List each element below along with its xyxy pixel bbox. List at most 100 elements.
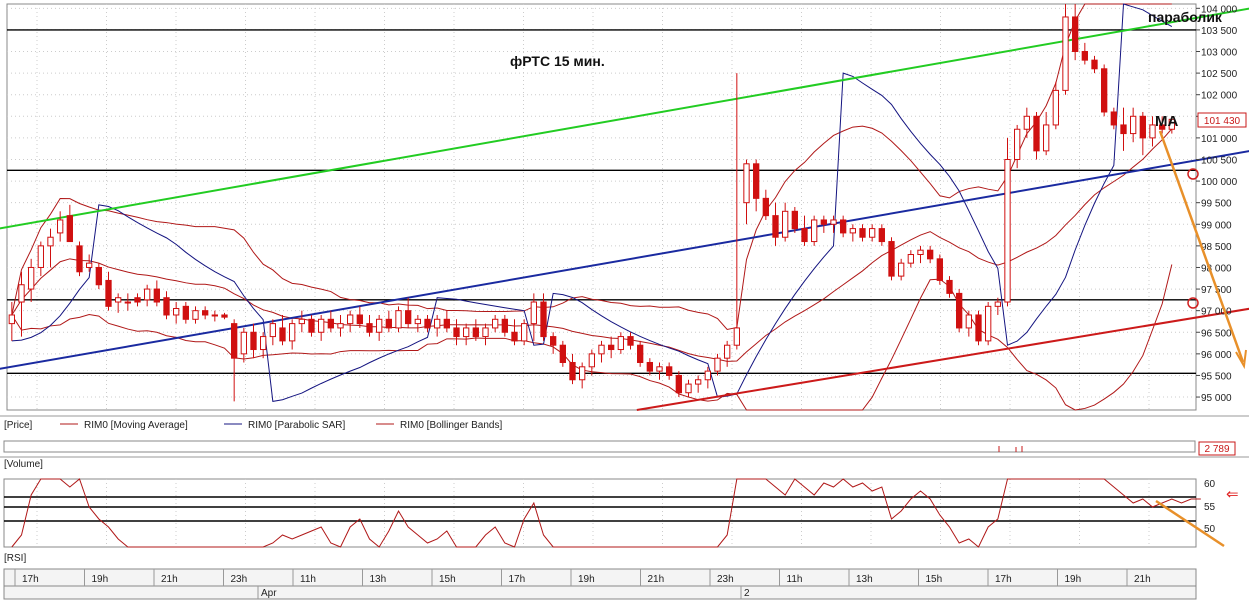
candle-body [801, 228, 808, 243]
candle-body [76, 245, 83, 273]
hour-tick-label: 11h [787, 574, 803, 585]
candle-body [1062, 16, 1069, 91]
time-axis-frame [3, 568, 1197, 587]
price-plot-area[interactable] [0, 3, 1249, 411]
candle-body [898, 262, 905, 277]
date-axis-frame [3, 585, 1197, 600]
candle-body [47, 236, 54, 247]
candle [675, 371, 682, 398]
candle-body [1081, 51, 1088, 61]
candle-body [840, 219, 847, 234]
candle-body [704, 370, 711, 381]
candle [985, 302, 992, 346]
y-tick-label: 98 000 [1201, 263, 1232, 274]
price-axis: 104 000103 500103 000102 500102 000101 5… [1196, 4, 1238, 404]
candle-body [405, 310, 412, 325]
candle-body [878, 228, 885, 243]
candle-body [182, 305, 189, 320]
candle-body [144, 288, 151, 301]
candle-body [453, 327, 460, 338]
volume-panel[interactable]: 2 789 [Volume] [0, 440, 1249, 470]
candle-body [675, 374, 682, 394]
candle [521, 319, 528, 346]
candle-body [424, 318, 431, 329]
y-tick-label: 103 500 [1201, 26, 1238, 37]
rsi-tick-60: 60 [1204, 479, 1216, 490]
candle [936, 254, 943, 285]
candle-body [260, 336, 267, 351]
candle-body [327, 318, 334, 329]
candle [956, 289, 963, 333]
y-tick-label: 99 000 [1201, 220, 1232, 231]
candle-body [221, 314, 228, 318]
y-tick-label: 102 000 [1201, 91, 1238, 102]
candle-body [279, 327, 286, 342]
y-tick-label: 99 500 [1201, 199, 1232, 210]
candle [791, 207, 798, 233]
candle-body [463, 327, 470, 338]
candle-body [917, 249, 924, 256]
candle-body [289, 323, 296, 342]
candle-body [753, 163, 760, 199]
candle [1004, 137, 1011, 307]
candle-body [1043, 124, 1050, 152]
candle-body [472, 327, 479, 338]
hour-tick-label: 19h [578, 574, 595, 585]
candle-body [134, 297, 141, 303]
time-axis: 17h 19h 21h 23h 11h 13h 15h 17h 19h 21h 23h 11h 13h 1… [3, 568, 1197, 600]
rsi-axis: 60 55 50 ⇐ [1204, 479, 1239, 535]
candle-body [530, 301, 537, 325]
hour-tick-label: 15h [926, 574, 943, 585]
candle-body [646, 361, 653, 372]
hour-tick-label: 23h [717, 574, 734, 585]
candle-body [965, 314, 972, 329]
y-tick-label: 96 500 [1201, 328, 1232, 339]
candle [1101, 64, 1108, 117]
candle-body [820, 219, 827, 225]
candle-body [308, 318, 315, 333]
candle-body [18, 284, 25, 303]
candle-body [105, 279, 112, 307]
candle-body [791, 210, 798, 230]
candle-body [86, 262, 93, 268]
candle-body [666, 366, 673, 376]
candle-body [772, 215, 779, 238]
candle-body [559, 344, 566, 363]
chart-canvas: 104 000103 500103 000102 500102 000101 5… [0, 3, 1249, 600]
hour-tick-label: 13h [370, 574, 387, 585]
candle-body [1072, 16, 1079, 53]
hour-tick-label: 23h [231, 574, 248, 585]
candle [637, 340, 644, 367]
candle-body [859, 228, 866, 238]
candle-body [946, 279, 953, 294]
hour-tick-label: 19h [1065, 574, 1082, 585]
hour-tick-label: 17h [995, 574, 1012, 585]
candle [811, 215, 818, 246]
candle-body [376, 318, 383, 333]
parabolic-label: параболик [1148, 9, 1223, 25]
candle-body [540, 301, 547, 338]
candle-body [1023, 115, 1030, 130]
rsi-label: [RSI] [4, 553, 26, 564]
candle-body [714, 357, 721, 372]
candle-body [269, 323, 276, 338]
rsi-frame [3, 478, 1197, 548]
candle-body [211, 314, 218, 317]
rsi-plot-area[interactable] [3, 478, 1201, 548]
candle-body [1014, 128, 1021, 160]
last-price-badge: 101 430 [1197, 112, 1247, 128]
candle-body [743, 163, 750, 204]
y-tick-label: 95 000 [1201, 393, 1232, 404]
rsi-tick-55: 55 [1204, 502, 1216, 513]
chart-title-annotation: фРТС 15 мин. [510, 53, 605, 69]
candle-body [550, 336, 557, 346]
candle-body [927, 249, 934, 260]
candle-body [1033, 115, 1040, 152]
candle-body [66, 215, 73, 243]
candle-body [337, 323, 344, 329]
candle-body [656, 366, 663, 372]
hour-tick-label: 15h [439, 574, 456, 585]
hour-tick-label: 17h [22, 574, 39, 585]
candle-body [637, 344, 644, 363]
candle-body [501, 318, 508, 333]
